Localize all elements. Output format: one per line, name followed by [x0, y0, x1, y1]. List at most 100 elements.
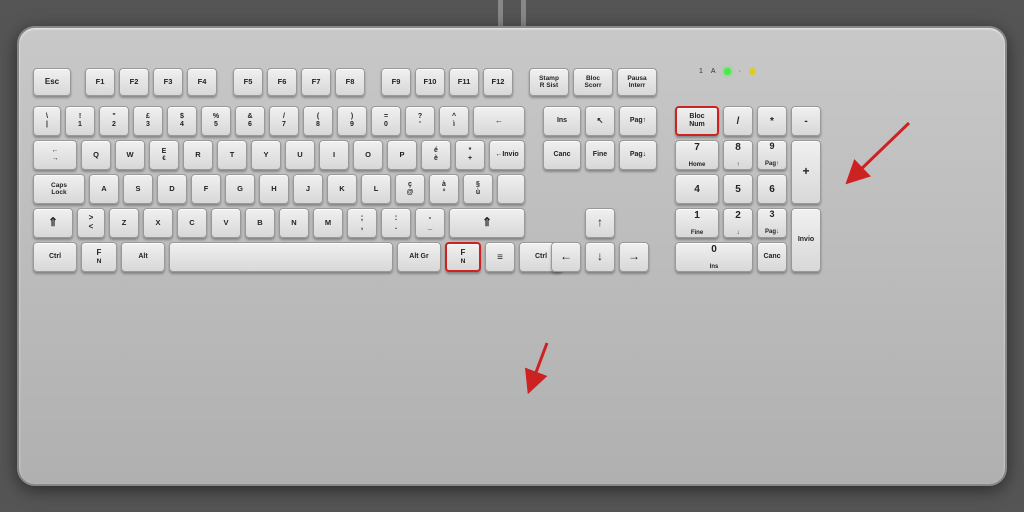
key-menu[interactable]: ≡ — [485, 242, 515, 272]
key-num7[interactable]: 7Home — [675, 140, 719, 170]
key-bloc-num[interactable]: BlocNum — [675, 106, 719, 136]
key-c[interactable]: C — [177, 208, 207, 238]
key-num3[interactable]: 3Pag↓ — [757, 208, 787, 238]
key-k[interactable]: K — [327, 174, 357, 204]
key-tab[interactable]: ←→ — [33, 140, 77, 170]
key-f6[interactable]: F6 — [267, 68, 297, 96]
key-pageup[interactable]: Pag↑ — [619, 106, 657, 136]
key-question[interactable]: ?' — [405, 106, 435, 136]
key-1[interactable]: !1 — [65, 106, 95, 136]
key-pausa[interactable]: PausaInterr — [617, 68, 657, 96]
key-l[interactable]: L — [361, 174, 391, 204]
key-pagedown[interactable]: Pag↓ — [619, 140, 657, 170]
key-0[interactable]: =0 — [371, 106, 401, 136]
key-j[interactable]: J — [293, 174, 323, 204]
key-bloc-scorr[interactable]: BlocScorr — [573, 68, 613, 96]
key-enter[interactable] — [497, 174, 525, 204]
key-num-asterisk[interactable]: * — [757, 106, 787, 136]
key-7[interactable]: /7 — [269, 106, 299, 136]
key-a-grave[interactable]: à° — [429, 174, 459, 204]
key-c-cedilla[interactable]: ç@ — [395, 174, 425, 204]
key-num-minus[interactable]: - — [791, 106, 821, 136]
key-z[interactable]: Z — [109, 208, 139, 238]
key-backspace[interactable]: ← — [473, 106, 525, 136]
key-f[interactable]: F — [191, 174, 221, 204]
key-m[interactable]: M — [313, 208, 343, 238]
key-num-canc[interactable]: Canc — [757, 242, 787, 272]
key-d[interactable]: D — [157, 174, 187, 204]
key-num9[interactable]: 9Pag↑ — [757, 140, 787, 170]
key-left-ctrl[interactable]: Ctrl — [33, 242, 77, 272]
key-x[interactable]: X — [143, 208, 173, 238]
key-e[interactable]: E€ — [149, 140, 179, 170]
key-spacebar[interactable] — [169, 242, 393, 272]
key-f1[interactable]: F1 — [85, 68, 115, 96]
key-num8[interactable]: 8↑ — [723, 140, 753, 170]
key-num4[interactable]: 4 — [675, 174, 719, 204]
key-section[interactable]: §ù — [463, 174, 493, 204]
key-stamp[interactable]: StampR Sist — [529, 68, 569, 96]
key-f2[interactable]: F2 — [119, 68, 149, 96]
key-5[interactable]: %5 — [201, 106, 231, 136]
key-num0[interactable]: 0Ins — [675, 242, 753, 272]
key-semicolon[interactable]: ;, — [347, 208, 377, 238]
key-w[interactable]: W — [115, 140, 145, 170]
key-angle-bracket[interactable]: >< — [77, 208, 105, 238]
key-v[interactable]: V — [211, 208, 241, 238]
key-4[interactable]: $4 — [167, 106, 197, 136]
key-a[interactable]: A — [89, 174, 119, 204]
key-h[interactable]: H — [259, 174, 289, 204]
key-num6[interactable]: 6 — [757, 174, 787, 204]
key-9[interactable]: )9 — [337, 106, 367, 136]
key-3[interactable]: £3 — [133, 106, 163, 136]
key-f11[interactable]: F11 — [449, 68, 479, 96]
key-caret[interactable]: ^ì — [439, 106, 469, 136]
key-o[interactable]: O — [353, 140, 383, 170]
key-left-alt[interactable]: Alt — [121, 242, 165, 272]
key-altgr[interactable]: Alt Gr — [397, 242, 441, 272]
key-2[interactable]: "2 — [99, 106, 129, 136]
key-esc[interactable]: Esc — [33, 68, 71, 96]
key-t[interactable]: T — [217, 140, 247, 170]
key-arrow-left[interactable]: ← — [551, 242, 581, 272]
key-f10[interactable]: F10 — [415, 68, 445, 96]
key-num1[interactable]: 1Fine — [675, 208, 719, 238]
key-left-shift[interactable]: ⇑ — [33, 208, 73, 238]
key-s[interactable]: S — [123, 174, 153, 204]
key-f5[interactable]: F5 — [233, 68, 263, 96]
key-fn-right[interactable]: FN — [445, 242, 481, 272]
key-u[interactable]: U — [285, 140, 315, 170]
key-g[interactable]: G — [225, 174, 255, 204]
key-p[interactable]: P — [387, 140, 417, 170]
key-asterisk2[interactable]: *+ — [455, 140, 485, 170]
key-home[interactable]: ↖ — [585, 106, 615, 136]
key-y[interactable]: Y — [251, 140, 281, 170]
key-6[interactable]: &6 — [235, 106, 265, 136]
key-f4[interactable]: F4 — [187, 68, 217, 96]
key-arrow-right[interactable]: → — [619, 242, 649, 272]
key-ins[interactable]: Ins — [543, 106, 581, 136]
key-num-slash[interactable]: / — [723, 106, 753, 136]
key-caps-lock[interactable]: CapsLock — [33, 174, 85, 204]
key-minus[interactable]: -_ — [415, 208, 445, 238]
key-fine[interactable]: Fine — [585, 140, 615, 170]
key-q[interactable]: Q — [81, 140, 111, 170]
key-arrow-down[interactable]: ↓ — [585, 242, 615, 272]
key-n[interactable]: N — [279, 208, 309, 238]
key-e-accent[interactable]: éè — [421, 140, 451, 170]
key-colon[interactable]: :. — [381, 208, 411, 238]
key-r[interactable]: R — [183, 140, 213, 170]
key-num2[interactable]: 2↓ — [723, 208, 753, 238]
key-f7[interactable]: F7 — [301, 68, 331, 96]
key-fn-left[interactable]: FN — [81, 242, 117, 272]
key-8[interactable]: (8 — [303, 106, 333, 136]
key-canc[interactable]: Canc — [543, 140, 581, 170]
key-num5[interactable]: 5 — [723, 174, 753, 204]
key-f12[interactable]: F12 — [483, 68, 513, 96]
key-num-plus[interactable]: + — [791, 140, 821, 204]
key-f8[interactable]: F8 — [335, 68, 365, 96]
key-enter-top[interactable]: ←Invio — [489, 140, 525, 170]
key-right-shift[interactable]: ⇑ — [449, 208, 525, 238]
key-f3[interactable]: F3 — [153, 68, 183, 96]
key-b[interactable]: B — [245, 208, 275, 238]
